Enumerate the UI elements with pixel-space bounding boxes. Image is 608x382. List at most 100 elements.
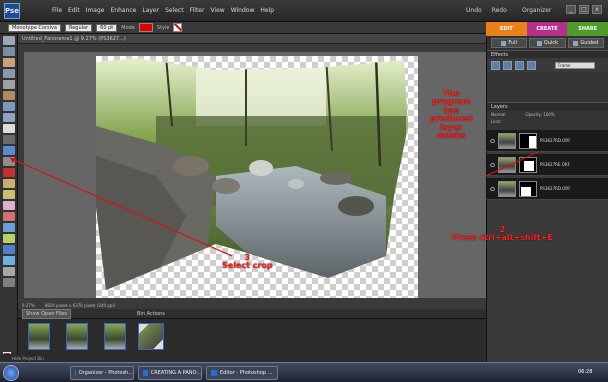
tab-share[interactable]: SHARE <box>567 22 608 36</box>
redo-button[interactable]: Redo <box>492 7 507 14</box>
menu-file[interactable]: File <box>52 7 62 14</box>
tab-guided[interactable]: Guided <box>567 38 604 48</box>
effects-panel-header[interactable]: Effects <box>487 50 608 58</box>
magic-wand-tool-icon[interactable] <box>2 102 15 111</box>
right-panel: Full Quick Guided Effects Frame Layers N… <box>486 36 608 362</box>
move-tool-icon[interactable] <box>2 36 15 45</box>
tab-create[interactable]: CREATE <box>526 22 568 36</box>
text-color-swatch[interactable] <box>138 23 153 32</box>
tab-quick[interactable]: Quick <box>529 38 566 48</box>
font-family-select[interactable]: Monotype Corsiva <box>8 23 61 32</box>
title-bar: Pse File Edit Image Enhance Layer Select… <box>0 0 608 22</box>
all-effects-icon[interactable] <box>527 60 536 70</box>
straighten-tool-icon[interactable] <box>2 157 15 166</box>
layer-mask-thumbnail[interactable] <box>519 132 537 149</box>
crop-tool-icon[interactable] <box>2 135 15 144</box>
blend-mode-select[interactable]: Normal <box>491 112 505 117</box>
lasso-tool-icon[interactable] <box>2 91 15 100</box>
taskbar-item-label: CREATING A PANO... <box>150 370 201 376</box>
pencil-tool-icon[interactable] <box>2 278 15 287</box>
undo-redo-group: Undo Redo <box>466 7 507 14</box>
toolbox <box>0 34 18 364</box>
bin-thumbnail[interactable] <box>28 323 50 350</box>
layer-row[interactable]: PS3627RD.ORF <box>487 178 608 200</box>
layer-name: PS3627RD.ORF <box>540 138 571 143</box>
menu-select[interactable]: Select <box>165 7 184 14</box>
sponge-tool-icon[interactable] <box>2 267 15 276</box>
maximize-button[interactable]: □ <box>579 5 589 14</box>
cookie-cutter-tool-icon[interactable] <box>2 146 15 155</box>
visibility-eye-icon[interactable] <box>490 138 495 143</box>
photo-effects-icon[interactable] <box>515 60 524 70</box>
minimize-button[interactable]: _ <box>566 5 576 14</box>
menu-help[interactable]: Help <box>260 7 274 14</box>
red-eye-tool-icon[interactable] <box>2 168 15 177</box>
status-bar: 9.27% 8816 pixels x 6370 pixels (240 ppi… <box>18 302 486 309</box>
tab-edit[interactable]: EDIT <box>486 22 527 36</box>
opacity-field[interactable]: Opacity: 100% <box>525 112 554 117</box>
layers-list: PS3627RD.ORF PS3627RE.ORF PS3627RD.ORF <box>487 130 608 202</box>
taskbar-item-label: Organizer - Photosh... <box>78 370 133 376</box>
menu-layer[interactable]: Layer <box>142 7 159 14</box>
lock-label: Lock: <box>491 119 502 124</box>
paint-bucket-tool-icon[interactable] <box>2 223 15 232</box>
zoom-tool-icon[interactable] <box>2 47 15 56</box>
effects-category-dropdown[interactable]: Frame <box>555 61 595 69</box>
menu-bar: File Edit Image Enhance Layer Select Fil… <box>52 7 274 14</box>
clock[interactable]: 06:28 <box>578 369 592 375</box>
document-tab[interactable]: Untitled_Panorama1 @ 9.27% (PS3627...) <box>18 34 486 44</box>
document-info: 8816 pixels x 6370 pixels (240 ppi) <box>44 303 116 308</box>
shape-tool-icon[interactable] <box>2 245 15 254</box>
healing-brush-tool-icon[interactable] <box>2 179 15 188</box>
hand-tool-icon[interactable] <box>2 58 15 67</box>
menu-enhance[interactable]: Enhance <box>110 7 136 14</box>
layer-styles-icon[interactable] <box>503 60 512 70</box>
taskbar-item-label: Editor - Photoshop ... <box>220 370 273 376</box>
type-tool-icon[interactable] <box>2 124 15 133</box>
close-button[interactable]: x <box>592 5 602 14</box>
start-button[interactable] <box>3 365 19 381</box>
layer-mask-thumbnail[interactable] <box>519 156 537 173</box>
layers-panel-header[interactable]: Layers <box>487 102 608 110</box>
visibility-eye-icon[interactable] <box>490 186 495 191</box>
hide-project-bin-toggle[interactable]: Hide Project Bin <box>0 354 486 362</box>
bin-thumbnail[interactable] <box>138 323 164 350</box>
layer-thumbnail <box>498 156 516 173</box>
font-style-select[interactable]: Regular <box>64 23 93 32</box>
bin-actions-menu[interactable]: Bin Actions <box>137 311 165 317</box>
no-style-icon[interactable] <box>173 23 183 32</box>
menu-image[interactable]: Image <box>86 7 105 14</box>
eraser-tool-icon[interactable] <box>2 201 15 210</box>
blur-tool-icon[interactable] <box>2 256 15 265</box>
layer-mask-thumbnail[interactable] <box>519 180 537 197</box>
clone-stamp-tool-icon[interactable] <box>2 190 15 199</box>
tab-full[interactable]: Full <box>491 38 528 48</box>
menu-view[interactable]: View <box>210 7 224 14</box>
layer-row[interactable]: PS3627RD.ORF <box>487 130 608 152</box>
zoom-level[interactable]: 9.27% <box>22 303 35 308</box>
taskbar-item-document[interactable]: CREATING A PANO... <box>138 366 202 380</box>
brush-tool-icon[interactable] <box>2 212 15 221</box>
show-open-files-dropdown[interactable]: Show Open Files <box>22 308 71 319</box>
layer-row[interactable]: PS3627RE.ORF <box>487 154 608 176</box>
visibility-eye-icon[interactable] <box>490 162 495 167</box>
marquee-tool-icon[interactable] <box>2 80 15 89</box>
undo-button[interactable]: Undo <box>466 7 482 14</box>
window-controls: _ □ x <box>566 5 602 14</box>
menu-window[interactable]: Window <box>231 7 255 14</box>
edit-mode-tabs: Full Quick Guided <box>487 36 608 50</box>
annotation-step-2: 2 Press ctrl+alt+shift+E <box>452 225 553 243</box>
taskbar-item-editor[interactable]: Editor - Photoshop ... <box>206 366 278 380</box>
bin-thumbnail[interactable] <box>66 323 88 350</box>
gradient-tool-icon[interactable] <box>2 234 15 243</box>
filters-icon[interactable] <box>491 60 500 70</box>
menu-edit[interactable]: Edit <box>68 7 80 14</box>
tool-options-bar: Monotype Corsiva Regular 60 pt Mode Styl… <box>0 22 486 34</box>
font-size-select[interactable]: 60 pt <box>96 23 118 32</box>
taskbar-item-organizer[interactable]: Organizer - Photosh... <box>70 366 134 380</box>
selection-brush-tool-icon[interactable] <box>2 113 15 122</box>
bin-thumbnail[interactable] <box>104 323 126 350</box>
menu-filter[interactable]: Filter <box>190 7 205 14</box>
eyedropper-tool-icon[interactable] <box>2 69 15 78</box>
organizer-button[interactable]: Organizer <box>522 7 551 14</box>
